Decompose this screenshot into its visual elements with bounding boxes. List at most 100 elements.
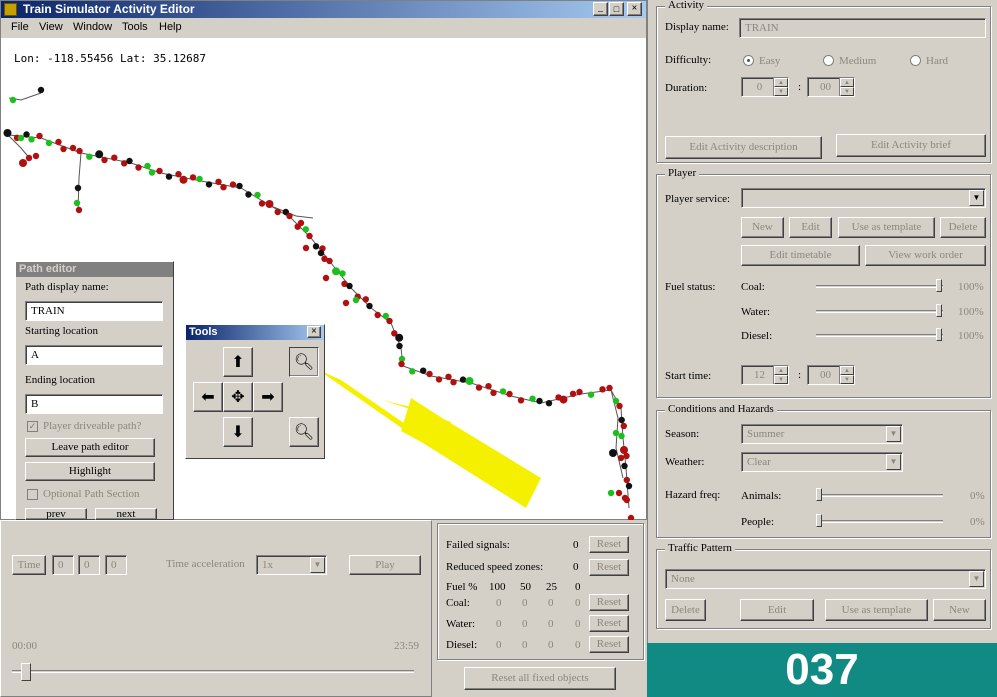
difficulty-hard-radio[interactable] [910, 55, 921, 66]
menu-view[interactable]: View [39, 21, 63, 33]
traffic-pattern-select[interactable]: None ▼ [665, 569, 986, 589]
coal-slider-thumb[interactable] [936, 279, 942, 292]
player-delete-button[interactable]: Delete [940, 217, 986, 238]
traffic-edit-button[interactable]: Edit [740, 599, 814, 621]
animals-slider-thumb[interactable] [816, 488, 822, 501]
ending-location-input[interactable]: B [25, 394, 163, 414]
close-button[interactable]: × [627, 2, 642, 16]
track-marker [398, 360, 405, 368]
duration-hours-spinner[interactable]: ▲ ▼ [773, 78, 788, 96]
driveable-checkbox[interactable]: ✓ [27, 421, 38, 432]
track-marker [607, 489, 615, 497]
start-minutes-spinner[interactable]: ▲ ▼ [839, 366, 854, 384]
duration-minutes-spinner[interactable]: ▲ ▼ [839, 78, 854, 96]
difficulty-hard-label: Hard [926, 55, 948, 67]
player-edit-button[interactable]: Edit [789, 217, 832, 238]
track-marker [3, 129, 12, 137]
time-acceleration-select[interactable]: 1x ▼ [256, 555, 327, 575]
next-button[interactable]: next [95, 508, 157, 520]
coal-slider-track[interactable] [816, 285, 943, 288]
traffic-delete-button[interactable]: Delete [665, 599, 706, 621]
time-field-hours[interactable]: 0 [52, 555, 74, 575]
player-new-button[interactable]: New [741, 217, 784, 238]
pan-right-button[interactable]: ➡ [253, 382, 283, 412]
start-time-label: Start time: [665, 370, 712, 382]
maximize-button[interactable]: □ [609, 2, 624, 16]
track-marker [609, 449, 617, 457]
menu-file[interactable]: File [11, 21, 29, 33]
time-field-minutes[interactable]: 0 [78, 555, 100, 575]
pan-up-button[interactable]: ⬆ [223, 347, 253, 377]
season-select[interactable]: Summer ▼ [741, 424, 903, 444]
animals-slider-track[interactable] [816, 494, 943, 497]
menu-bar: File View Window Tools Help [1, 18, 646, 38]
tools-close-button[interactable]: × [307, 326, 321, 338]
start-minutes-input[interactable]: 00 ▲ ▼ [807, 365, 855, 385]
zoom-out-button[interactable]: 🔍︎ [289, 417, 319, 447]
ending-location-label: Ending location [25, 374, 95, 386]
tools-panel: Tools × ⬆ 🔍︎ ⬅ ✥ ➡ ⬇ 🔍︎ [185, 324, 325, 459]
player-water-value: 100% [958, 306, 984, 318]
start-hours-input[interactable]: 12 ▲ ▼ [741, 365, 789, 385]
tools-title-bar[interactable]: Tools × [186, 325, 324, 340]
reset-coal-button[interactable]: Reset [589, 594, 629, 611]
minimize-button[interactable]: _ [593, 2, 608, 16]
reset-all-fixed-objects-button[interactable]: Reset all fixed objects [464, 667, 616, 690]
reset-reduced-speed-button[interactable]: Reset [589, 559, 629, 576]
start-hours-spinner[interactable]: ▲ ▼ [773, 366, 788, 384]
menu-window[interactable]: Window [73, 21, 112, 33]
path-editor-title[interactable]: Path editor [16, 262, 173, 277]
display-name-input[interactable]: TRAIN [739, 18, 986, 38]
track-marker [386, 317, 393, 325]
diesel-slider-thumb[interactable] [936, 328, 942, 341]
timeline-slider-thumb[interactable] [21, 663, 31, 681]
menu-help[interactable]: Help [159, 21, 182, 33]
edit-timetable-button[interactable]: Edit timetable [741, 245, 860, 266]
prev-button[interactable]: prev [25, 508, 87, 520]
edit-activity-description-button[interactable]: Edit Activity description [665, 136, 822, 159]
water-slider-track[interactable] [816, 310, 943, 313]
track-marker [620, 422, 627, 430]
edit-activity-brief-button[interactable]: Edit Activity brief [836, 134, 986, 157]
reset-failed-signals-button[interactable]: Reset [589, 536, 629, 553]
menu-tools[interactable]: Tools [122, 21, 148, 33]
weather-select[interactable]: Clear ▼ [741, 452, 903, 472]
zoom-in-button[interactable]: 🔍︎ [289, 347, 319, 377]
highlight-button[interactable]: Highlight [25, 462, 155, 481]
player-group-title: Player [665, 167, 700, 179]
center-view-button[interactable]: ✥ [223, 382, 253, 412]
player-use-template-button[interactable]: Use as template [838, 217, 935, 238]
display-name-label: Display name: [665, 21, 729, 33]
driveable-label: Player driveable path? [43, 420, 142, 432]
time-button[interactable]: Time [12, 555, 46, 575]
people-slider-track[interactable] [816, 520, 943, 523]
leave-path-editor-button[interactable]: Leave path editor [25, 438, 155, 457]
app-icon [4, 3, 17, 16]
pan-left-button[interactable]: ⬅ [193, 382, 223, 412]
view-work-order-button[interactable]: View work order [865, 245, 986, 266]
traffic-use-template-button[interactable]: Use as template [825, 599, 928, 621]
duration-minutes-input[interactable]: 00 ▲ ▼ [807, 77, 855, 97]
play-button[interactable]: Play [349, 555, 421, 575]
player-service-select[interactable]: ▼ [741, 188, 986, 208]
people-slider-thumb[interactable] [816, 514, 822, 527]
reset-water-button[interactable]: Reset [589, 615, 629, 632]
time-field-seconds[interactable]: 0 [105, 555, 127, 575]
diesel-slider-track[interactable] [816, 334, 943, 337]
optional-section-checkbox[interactable] [27, 489, 38, 500]
reset-diesel-button[interactable]: Reset [589, 636, 629, 653]
difficulty-easy-radio[interactable] [743, 55, 754, 66]
traffic-new-button[interactable]: New [933, 599, 986, 621]
water-slider-thumb[interactable] [936, 304, 942, 317]
starting-location-input[interactable]: A [25, 345, 163, 365]
optional-section-label: Optional Path Section [43, 488, 140, 500]
difficulty-medium-radio[interactable] [823, 55, 834, 66]
path-name-input[interactable]: TRAIN [25, 301, 163, 321]
pan-down-button[interactable]: ⬇ [223, 417, 253, 447]
duration-hours-input[interactable]: 0 ▲ ▼ [741, 77, 789, 97]
fuel-row-coal-25: 0 [548, 597, 554, 609]
title-bar[interactable]: Train Simulator Activity Editor _ □ × [1, 1, 646, 18]
track-marker [9, 96, 17, 104]
timeline-slider-track[interactable] [12, 670, 414, 673]
track-marker [617, 454, 625, 462]
